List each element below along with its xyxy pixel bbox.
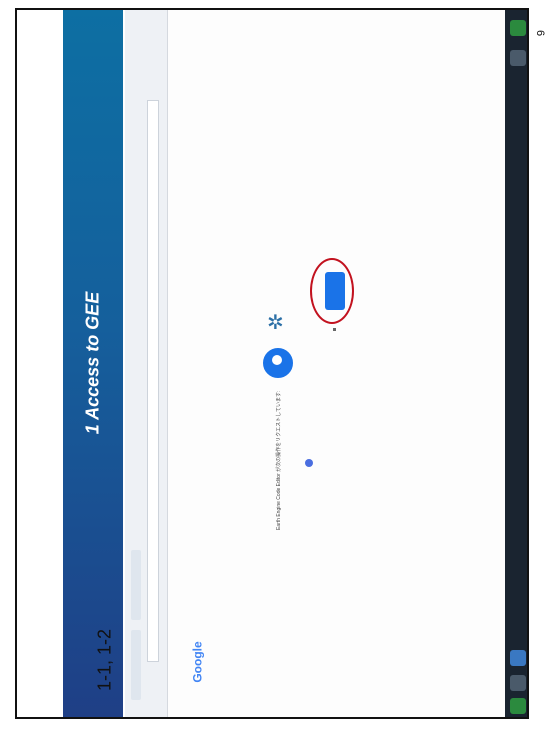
browser-tab[interactable] [131,630,141,700]
slide-title: 1 Access to GEE [82,291,103,435]
slide-subtitle: 1-1, 1-2 [94,628,115,692]
slide-frame: 1 Access to GEE 1-1, 1-2 Google ✲ Earth … [15,8,529,719]
earth-engine-logo-icon: ✲ [267,312,284,334]
taskbar [505,10,527,717]
cancel-link[interactable] [333,328,336,331]
account-avatar-icon [263,348,293,378]
taskbar-app-icon[interactable] [510,650,526,666]
google-logo: Google [190,641,205,683]
start-icon[interactable] [510,698,526,714]
taskbar-app-icon[interactable] [510,675,526,691]
browser-screenshot: Google ✲ Earth Engine Code Editor が次の操作を… [125,10,527,717]
browser-tab[interactable] [131,550,141,620]
account-dot-icon [305,459,313,467]
taskbar-app-icon[interactable] [510,50,526,66]
page-number: 6 [534,29,546,37]
consent-prompt-text: Earth Engine Code Editor が次の操作をリクエストしていま… [276,390,282,530]
highlight-circle [310,258,354,324]
taskbar-app-icon[interactable] [510,20,526,36]
browser-toolbar [125,10,168,717]
address-bar[interactable] [147,100,159,662]
